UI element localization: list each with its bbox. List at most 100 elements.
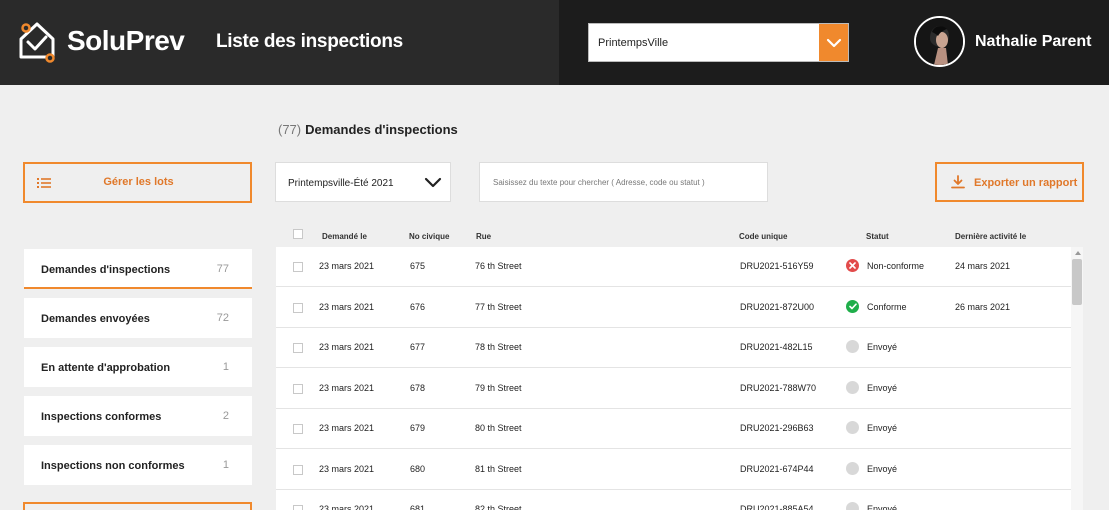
check-circle-icon xyxy=(846,299,859,313)
cell-street: 81 th Street xyxy=(475,463,522,474)
sidebar-item-count: 1 xyxy=(222,361,229,373)
cell-street: 80 th Street xyxy=(475,423,522,433)
cell-street: 79 th Street xyxy=(475,382,522,393)
cell-unique-code: DRU2021-674P44 xyxy=(740,463,814,474)
search-input[interactable] xyxy=(479,162,768,202)
cell-last-activity: 24 mars 2021 xyxy=(955,261,1011,271)
table-row[interactable]: 23 mars 2021 676 77 th Street DRU2021-872U0… xyxy=(276,288,1071,328)
cell-requested-date: 23 mars 2021 xyxy=(319,342,375,352)
cell-status: Envoyé xyxy=(867,423,898,433)
cell-unique-code: DRU2021-482L15 xyxy=(740,342,813,352)
scroll-up-arrow-icon[interactable] xyxy=(1075,251,1081,255)
column-header-last-activity[interactable]: Dernière activité le xyxy=(955,232,1026,241)
city-select[interactable]: PrintempsVille xyxy=(588,23,849,62)
row-checkbox[interactable] xyxy=(293,262,303,272)
sidebar-item-conformes[interactable]: Inspections conformes 2 xyxy=(24,396,252,436)
manage-lots-label: Gérer les lots xyxy=(103,176,174,188)
row-checkbox[interactable] xyxy=(293,343,303,353)
column-header-requested[interactable]: Demandé le xyxy=(322,232,367,241)
cell-civic-number: 679 xyxy=(410,423,426,433)
section-count: (77) xyxy=(278,122,302,137)
season-select[interactable]: Printempsville-Été 2021 xyxy=(275,162,451,202)
sidebar-item-demandes-envoyees[interactable]: Demandes envoyées 72 xyxy=(24,298,252,338)
column-header-code[interactable]: Code unique xyxy=(739,232,787,241)
cell-unique-code: DRU2021-296B63 xyxy=(740,423,814,433)
table-row[interactable]: 23 mars 2021 680 81 th Street DRU2021-674P4… xyxy=(276,450,1071,490)
chevron-down-icon xyxy=(424,176,442,194)
row-checkbox[interactable] xyxy=(293,464,303,475)
status-dot-icon xyxy=(846,421,859,434)
cell-status: Envoyé xyxy=(867,504,898,510)
cell-requested-date: 23 mars 2021 xyxy=(319,504,375,510)
status-dot-icon xyxy=(846,340,859,353)
sidebar-item-count: 77 xyxy=(216,263,229,275)
table-row[interactable]: 23 mars 2021 679 80 th Street DRU2021-296B6… xyxy=(276,409,1071,449)
cell-street: 77 th Street xyxy=(475,301,522,312)
cell-requested-date: 23 mars 2021 xyxy=(319,423,375,433)
status-dot-icon xyxy=(846,380,859,394)
sidebar-item-label: Demandes d'inspections xyxy=(41,264,171,276)
row-checkbox[interactable] xyxy=(293,383,303,394)
cell-street: 82 th Street xyxy=(475,504,522,510)
section-title-text: Demandes d'inspections xyxy=(305,122,458,137)
cell-unique-code: DRU2021-872U00 xyxy=(740,301,815,312)
cell-civic-number: 681 xyxy=(410,504,426,510)
cell-status: Non-conforme xyxy=(867,261,925,271)
scrollbar-thumb[interactable] xyxy=(1072,259,1082,305)
brand-logo[interactable]: SoluPrev xyxy=(16,19,185,63)
cell-street: 78 th Street xyxy=(475,342,522,352)
sidebar-item-label: Demandes envoyées xyxy=(41,313,150,325)
house-check-icon xyxy=(19,22,55,63)
cell-street: 76 th Street xyxy=(475,261,522,271)
sidebar-item-non-conformes[interactable]: Inspections non conformes 1 xyxy=(24,445,252,485)
table-row[interactable]: 23 mars 2021 678 79 th Street DRU2021-788W7… xyxy=(276,369,1071,409)
table-header: Demandé le No civique Rue Code unique St… xyxy=(276,225,1083,247)
cell-civic-number: 678 xyxy=(410,382,426,393)
cell-last-activity: 26 mars 2021 xyxy=(955,301,1011,312)
row-checkbox[interactable] xyxy=(293,505,303,510)
cell-civic-number: 680 xyxy=(410,463,426,474)
sidebar-item-demandes-inspections[interactable]: Demandes d'inspections 77 xyxy=(24,249,252,289)
column-header-civic[interactable]: No civique xyxy=(409,232,449,241)
column-header-street[interactable]: Rue xyxy=(476,232,491,241)
sidebar-item-count: 2 xyxy=(222,410,229,422)
cell-unique-code: DRU2021-516Y59 xyxy=(740,261,814,271)
chevron-down-icon[interactable] xyxy=(819,24,848,61)
cell-status: Conforme xyxy=(867,301,907,312)
error-x-icon xyxy=(846,259,859,272)
row-checkbox[interactable] xyxy=(293,424,303,434)
cell-status: Envoyé xyxy=(867,382,898,393)
sidebar-item-count: 72 xyxy=(216,312,229,324)
cell-requested-date: 23 mars 2021 xyxy=(319,382,375,393)
avatar[interactable] xyxy=(914,16,965,67)
export-report-label: Exporter un rapport xyxy=(974,177,1078,189)
cell-requested-date: 23 mars 2021 xyxy=(319,463,375,474)
cell-unique-code: DRU2021-788W70 xyxy=(740,382,817,393)
cell-civic-number: 676 xyxy=(410,301,426,312)
cell-requested-date: 23 mars 2021 xyxy=(319,301,375,312)
sidebar-item-count: 1 xyxy=(222,459,229,471)
status-dot-icon xyxy=(846,502,859,510)
table-row[interactable]: 23 mars 2021 681 82 th Street DRU2021-885A5… xyxy=(276,490,1071,510)
manage-lots-button[interactable]: Gérer les lots xyxy=(23,162,252,203)
sidebar-item-label: Inspections non conformes xyxy=(41,460,185,472)
inspections-table: 23 mars 2021 675 76 th Street DRU2021-516Y5… xyxy=(276,247,1071,510)
row-checkbox[interactable] xyxy=(293,302,303,313)
season-select-value: Printempsville-Été 2021 xyxy=(288,178,394,189)
export-report-button[interactable]: Exporter un rapport xyxy=(935,162,1084,202)
select-all-checkbox[interactable] xyxy=(293,229,303,239)
sidebar-bottom-button[interactable] xyxy=(23,502,252,510)
section-title: (77) Demandes d'inspections xyxy=(278,122,458,137)
user-name[interactable]: Nathalie Parent xyxy=(975,33,1091,51)
download-icon xyxy=(951,175,965,194)
cell-status: Envoyé xyxy=(867,463,898,474)
city-select-value: PrintempsVille xyxy=(598,37,669,49)
status-dot-icon xyxy=(846,461,859,475)
user-photo-icon xyxy=(916,18,963,65)
table-row[interactable]: 23 mars 2021 677 78 th Street DRU2021-482L1… xyxy=(276,328,1071,368)
column-header-status[interactable]: Statut xyxy=(866,232,889,241)
cell-unique-code: DRU2021-885A54 xyxy=(740,504,814,510)
sidebar-item-en-attente[interactable]: En attente d'approbation 1 xyxy=(24,347,252,387)
brand-name: SoluPrev xyxy=(67,25,185,56)
table-row[interactable]: 23 mars 2021 675 76 th Street DRU2021-516Y5… xyxy=(276,247,1071,287)
